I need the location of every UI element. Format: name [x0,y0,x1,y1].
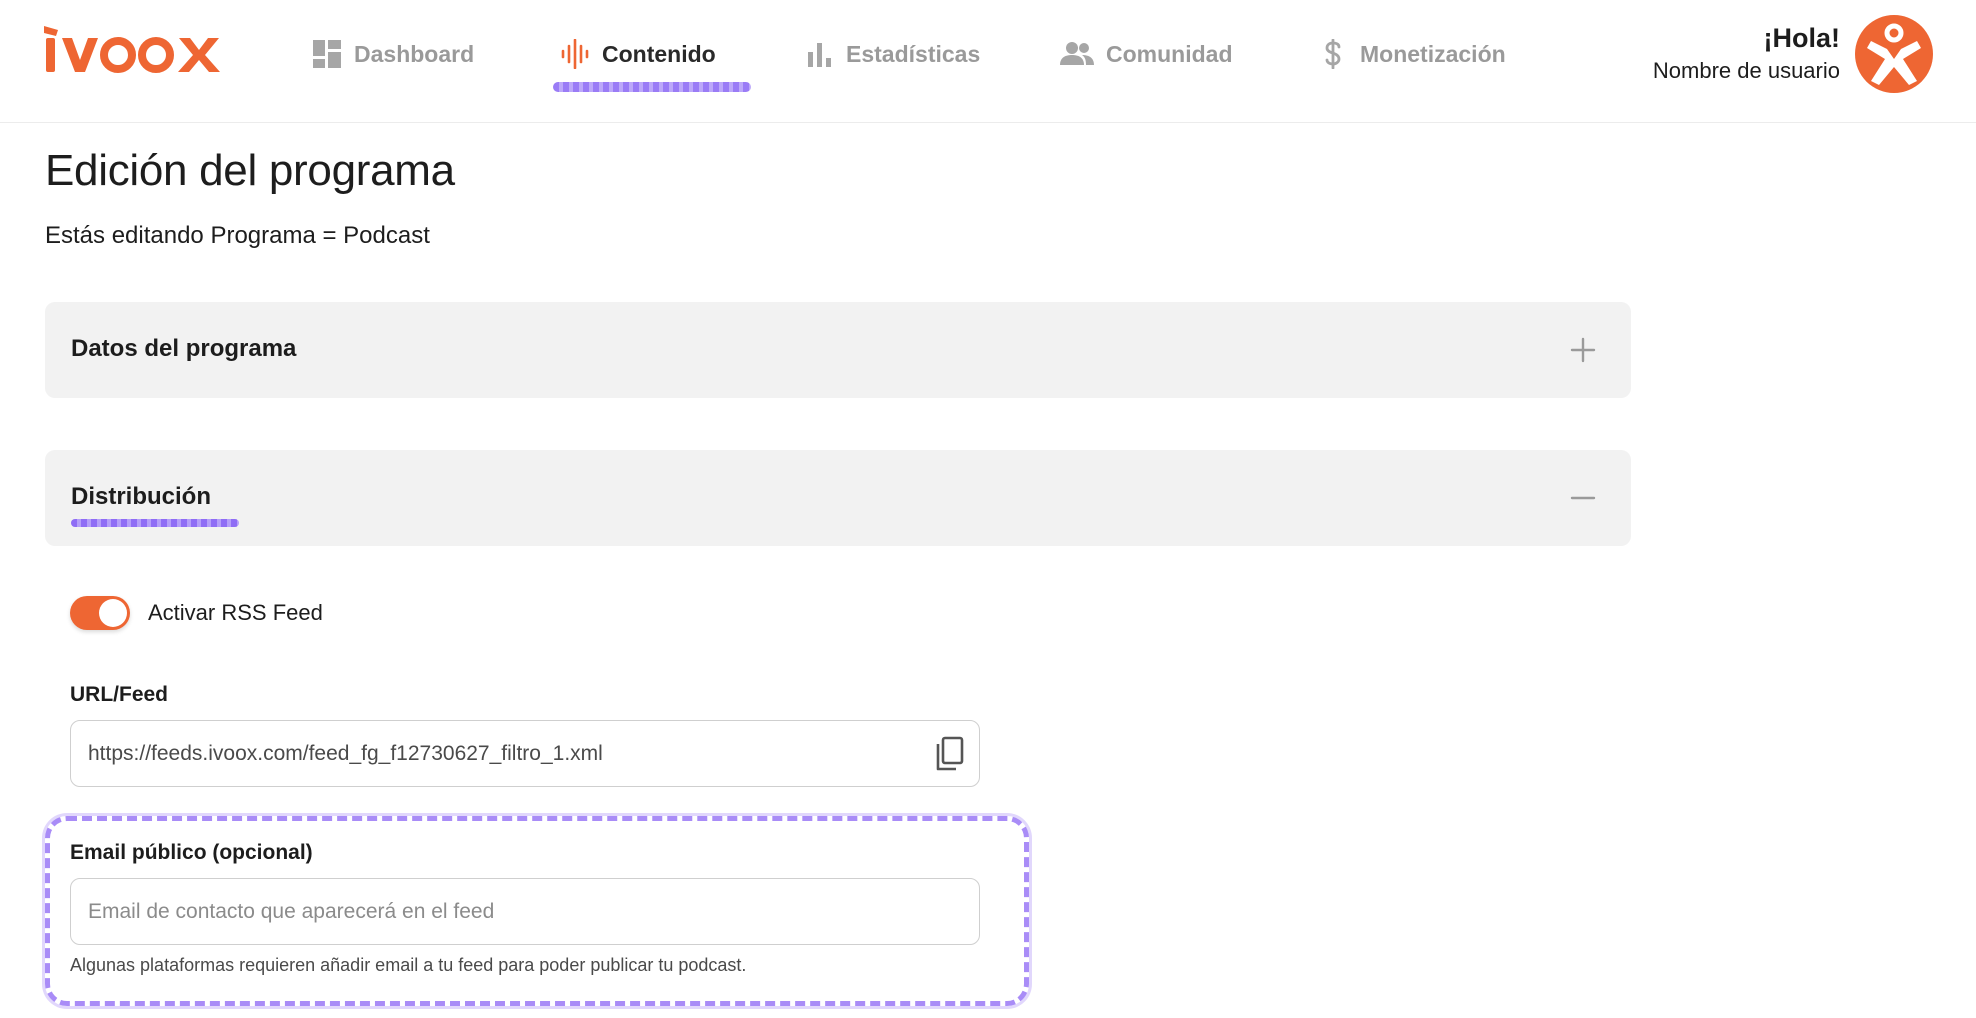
url-feed-input[interactable] [70,720,980,787]
greeting-text: ¡Hola! [1763,23,1841,53]
audio-wave-icon [560,39,590,69]
nav-comunidad[interactable]: Comunidad [1060,34,1233,74]
minus-icon [1570,496,1596,500]
email-helper-text: Algunas plataformas requieren añadir ema… [70,955,747,975]
nav-contenido-label: Contenido [602,40,716,67]
dollar-icon [1318,39,1348,69]
plus-icon [1570,337,1596,363]
toggle-knob [99,599,127,627]
nav-estadisticas-label: Estadísticas [846,40,981,67]
rss-feed-toggle-label: Activar RSS Feed [148,600,323,625]
url-feed-label: URL/Feed [70,683,169,706]
email-publico-input[interactable] [70,878,980,945]
accordion-distribucion[interactable]: Distribución [45,450,1631,546]
nav-monetizacion[interactable]: Monetización [1318,34,1506,74]
email-publico-label: Email público (opcional) [70,841,313,864]
top-header: Dashboard Contenido Estadísticas Comunid… [0,0,1976,123]
copy-icon[interactable] [932,735,966,773]
page-subtitle: Estás editando Programa = Podcast [45,222,430,249]
bar-chart-icon [804,39,834,69]
avatar[interactable] [1855,15,1933,93]
nav-dashboard[interactable]: Dashboard [312,34,474,74]
accordion-datos-programa[interactable]: Datos del programa [45,302,1631,398]
distribucion-underline [71,519,239,527]
dashboard-icon [312,39,342,69]
page-title: Edición del programa [45,146,455,195]
rss-feed-toggle[interactable] [70,596,130,630]
ivoox-logo[interactable] [44,24,228,74]
active-nav-underline [553,82,751,92]
accordion-datos-title: Datos del programa [71,335,297,362]
ivoox-person-icon [1867,23,1921,85]
nav-contenido[interactable]: Contenido [560,34,716,74]
nav-monetizacion-label: Monetización [1360,40,1506,67]
nav-comunidad-label: Comunidad [1106,40,1233,67]
username-text: Nombre de usuario [1652,58,1840,83]
nav-dashboard-label: Dashboard [354,40,475,67]
nav-estadisticas[interactable]: Estadísticas [804,34,980,74]
accordion-distribucion-title: Distribución [71,483,212,510]
user-greeting: ¡Hola! Nombre de usuario [1653,20,1840,86]
people-icon [1060,39,1094,69]
